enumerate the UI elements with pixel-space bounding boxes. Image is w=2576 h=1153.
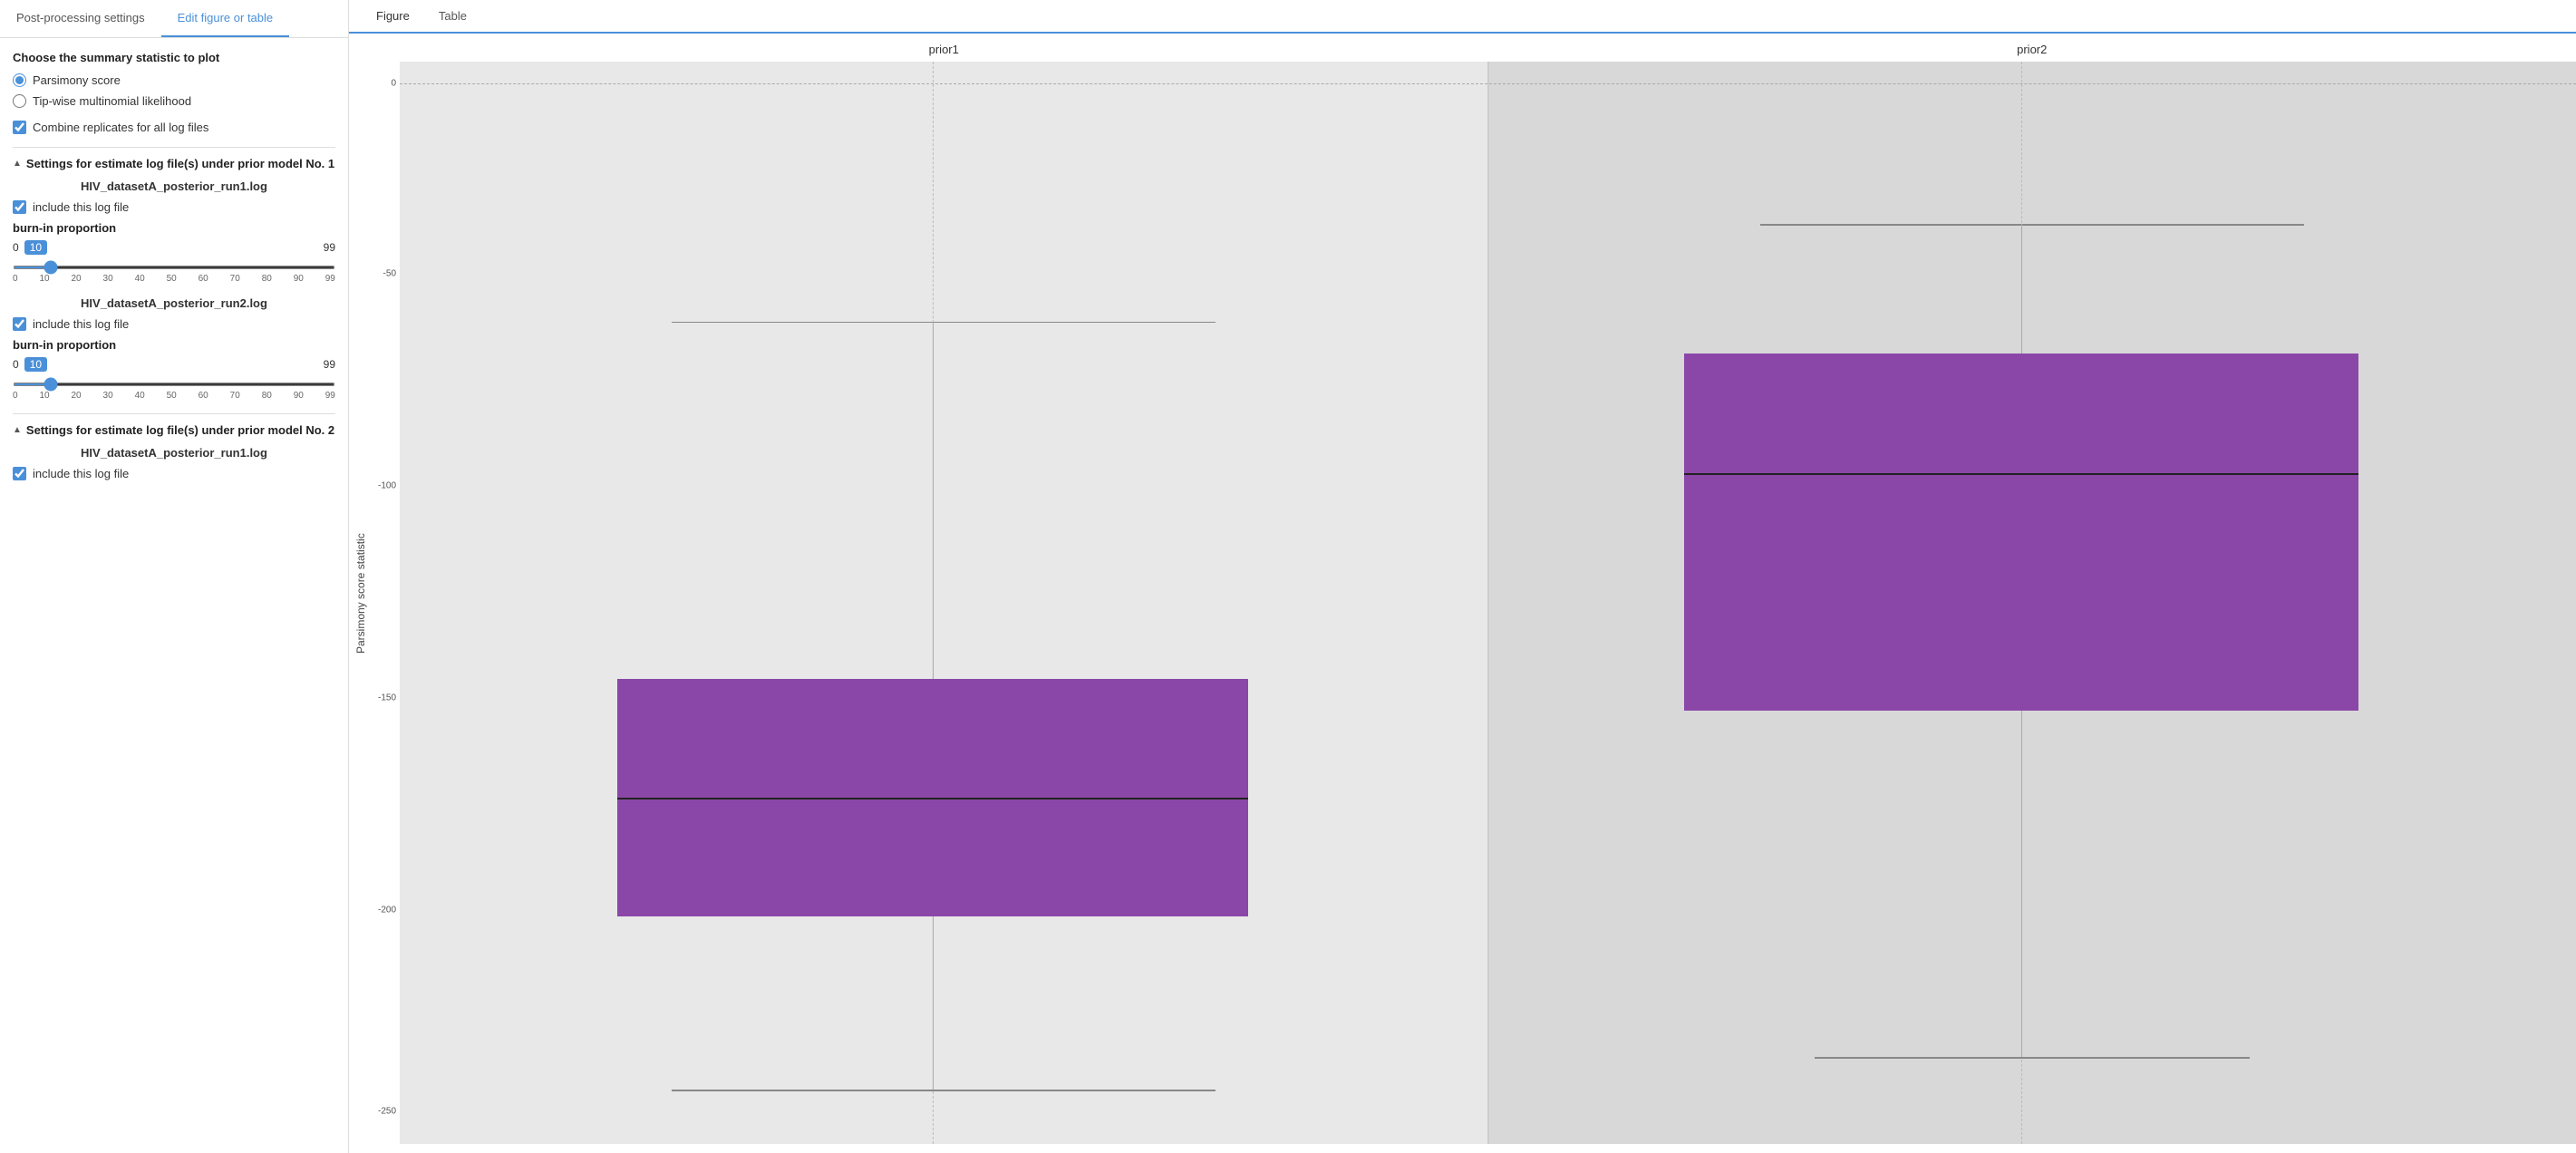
include-logfile-1-2-label: include this log file [33,317,129,331]
include-logfile-2-1[interactable]: include this log file [13,467,335,480]
box-prior2 [1684,354,2358,711]
include-logfile-1-2[interactable]: include this log file [13,317,335,331]
chart-inner: prior1 prior2 0 -50 -100 -150 -200 -250 [373,43,2576,1144]
include-logfile-2-1-label: include this log file [33,467,129,480]
burn-in-value-1-1: 10 [24,240,47,255]
plot-panel-prior1 [400,62,1487,1144]
include-logfile-1-1-label: include this log file [33,200,129,214]
burn-in-min-1-1: 0 [13,241,19,254]
prior2-header-label: Settings for estimate log file(s) under … [26,423,334,437]
burn-in-slider-1-1[interactable] [13,266,335,269]
burn-in-slider-1-2[interactable] [13,383,335,386]
combine-replicates-item[interactable]: Combine replicates for all log files [13,121,335,134]
burn-in-max-1-2: 99 [324,358,335,371]
median-prior2 [1684,473,2358,475]
burn-in-min-1-2: 0 [13,358,19,371]
section-title: Choose the summary statistic to plot [13,51,335,64]
tab-table[interactable]: Table [424,0,481,32]
radio-parsimony-label: Parsimony score [33,73,121,87]
y-tick-250: -250 [378,1107,400,1117]
statistic-radio-group: Parsimony score Tip-wise multinomial lik… [13,73,335,108]
collapse-arrow-1: ▲ [13,159,22,169]
combine-replicates-label: Combine replicates for all log files [33,121,208,134]
y-tick-200: -200 [378,906,400,916]
collapse-arrow-2: ▲ [13,425,22,435]
logfile-1-1-name: HIV_datasetA_posterior_run1.log [13,179,335,193]
y-tick-100: -100 [378,481,400,491]
ref-line-prior1 [400,83,1487,84]
tab-figure[interactable]: Figure [362,0,424,32]
plot-wrapper: 0 -50 -100 -150 -200 -250 [400,62,2576,1144]
whisker-vert-bottom-prior1 [933,916,934,1090]
slider-container-1-1: 0 10 20 30 40 50 60 70 80 90 99 [13,258,335,284]
include-logfile-1-1[interactable]: include this log file [13,200,335,214]
logfile-1-2-name: HIV_datasetA_posterior_run2.log [13,296,335,310]
chart-cols-header: prior1 prior2 [400,43,2576,62]
burn-in-value-1-2: 10 [24,357,47,372]
prior1-header[interactable]: ▲ Settings for estimate log file(s) unde… [13,157,335,170]
radio-tipwise[interactable]: Tip-wise multinomial likelihood [13,94,335,108]
slider-ticks-1-2: 0 10 20 30 40 50 60 70 80 90 99 [13,391,335,401]
include-logfile-1-1-checkbox[interactable] [13,200,26,214]
burn-in-row-1-1: 0 10 99 [13,240,335,255]
burn-in-label-1-2: burn-in proportion [13,338,335,352]
combine-replicates-group: Combine replicates for all log files [13,121,335,134]
figure-container: Parsimony score statistic prior1 prior2 … [349,34,2576,1153]
burn-in-label-1-1: burn-in proportion [13,221,335,235]
y-axis-label: Parsimony score statistic [349,43,373,1144]
tab-edit-figure[interactable]: Edit figure or table [161,0,290,37]
radio-tipwise-input[interactable] [13,94,26,108]
col-label-prior2: prior2 [1488,43,2576,62]
left-tab-bar: Post-processing settings Edit figure or … [0,0,348,38]
y-tick-0: 0 [391,78,400,88]
panel-content: Choose the summary statistic to plot Par… [0,38,348,500]
whisker-top-prior1 [672,322,1215,324]
col-label-prior1: prior1 [400,43,1488,62]
y-axis-ticks: 0 -50 -100 -150 -200 -250 [371,62,400,1144]
include-logfile-2-1-checkbox[interactable] [13,467,26,480]
plot-panel-prior2 [1489,62,2576,1144]
logfile-2-1-name: HIV_datasetA_posterior_run1.log [13,446,335,460]
whisker-vert-top-prior1 [933,322,934,679]
prior1-header-label: Settings for estimate log file(s) under … [26,157,334,170]
median-prior1 [617,798,1248,799]
burn-in-section-1-1: burn-in proportion 0 10 99 0 10 20 30 40… [13,221,335,284]
burn-in-section-1-2: burn-in proportion 0 10 99 0 10 20 30 40… [13,338,335,401]
right-tab-bar: Figure Table [349,0,2576,34]
radio-parsimony-input[interactable] [13,73,26,87]
whisker-top-prior2 [1760,224,2304,226]
ref-line-prior2 [1489,83,2576,84]
y-tick-50: -50 [383,269,400,279]
whisker-vert-bottom-prior2 [2021,711,2022,1057]
whisker-vert-top-prior2 [2021,224,2022,354]
slider-container-1-2: 0 10 20 30 40 50 60 70 80 90 99 [13,375,335,401]
right-panel: Figure Table Parsimony score statistic p… [349,0,2576,1153]
combine-replicates-checkbox[interactable] [13,121,26,134]
whisker-bottom-prior2 [1815,1057,2250,1059]
burn-in-max-1-1: 99 [324,241,335,254]
burn-in-row-1-2: 0 10 99 [13,357,335,372]
chart-area: Parsimony score statistic prior1 prior2 … [349,43,2576,1144]
whisker-bottom-prior1 [672,1090,1215,1091]
left-panel: Post-processing settings Edit figure or … [0,0,349,1153]
prior2-header[interactable]: ▲ Settings for estimate log file(s) unde… [13,423,335,437]
radio-parsimony[interactable]: Parsimony score [13,73,335,87]
y-tick-150: -150 [378,693,400,703]
slider-ticks-1-1: 0 10 20 30 40 50 60 70 80 90 99 [13,274,335,284]
radio-tipwise-label: Tip-wise multinomial likelihood [33,94,191,108]
tab-post-processing[interactable]: Post-processing settings [0,0,161,37]
include-logfile-1-2-checkbox[interactable] [13,317,26,331]
